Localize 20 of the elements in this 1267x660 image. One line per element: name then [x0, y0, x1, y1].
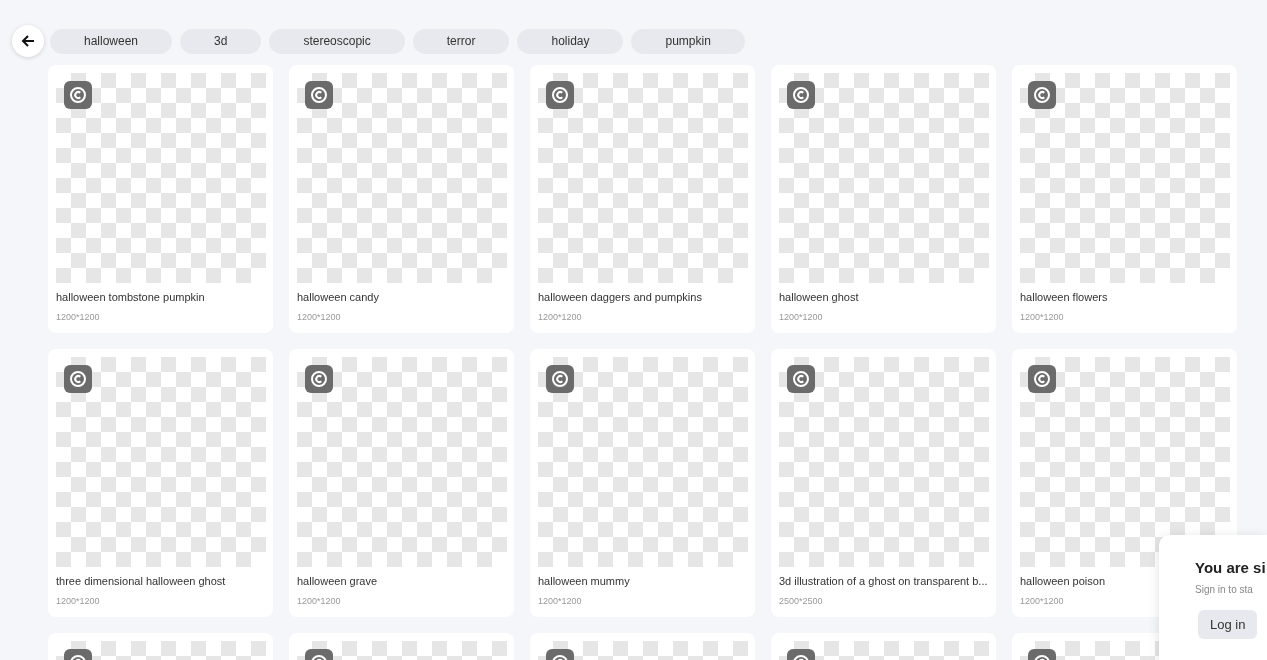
image-title: three dimensional halloween ghost — [56, 575, 227, 587]
image-title: halloween grave — [297, 575, 379, 587]
image-title: halloween mummy — [538, 575, 631, 587]
image-dimensions: 1200*1200 — [56, 312, 101, 322]
image-title: halloween daggers and pumpkins — [538, 291, 703, 303]
image-title: halloween tombstone pumpkin — [56, 291, 206, 303]
image-dimensions: 2500*2500 — [779, 596, 824, 606]
image-dimensions: 1200*1200 — [56, 596, 101, 606]
image-title: halloween flowers — [1020, 291, 1109, 303]
image-dimensions: 1200*1200 — [297, 312, 342, 322]
image-dimensions: 1200*1200 — [538, 596, 583, 606]
image-title: 3d illustration of a ghost on transparent b... — [779, 575, 988, 587]
image-title: halloween poison — [1020, 575, 1106, 587]
image-title: halloween candy — [297, 291, 380, 303]
image-dimensions: 1200*1200 — [1020, 312, 1065, 322]
image-dimensions: 1200*1200 — [297, 596, 342, 606]
image-dimensions: 1200*1200 — [538, 312, 583, 322]
image-dimensions: 1200*1200 — [1020, 596, 1065, 606]
image-dimensions: 1200*1200 — [779, 312, 824, 322]
image-title: halloween ghost — [779, 291, 860, 303]
